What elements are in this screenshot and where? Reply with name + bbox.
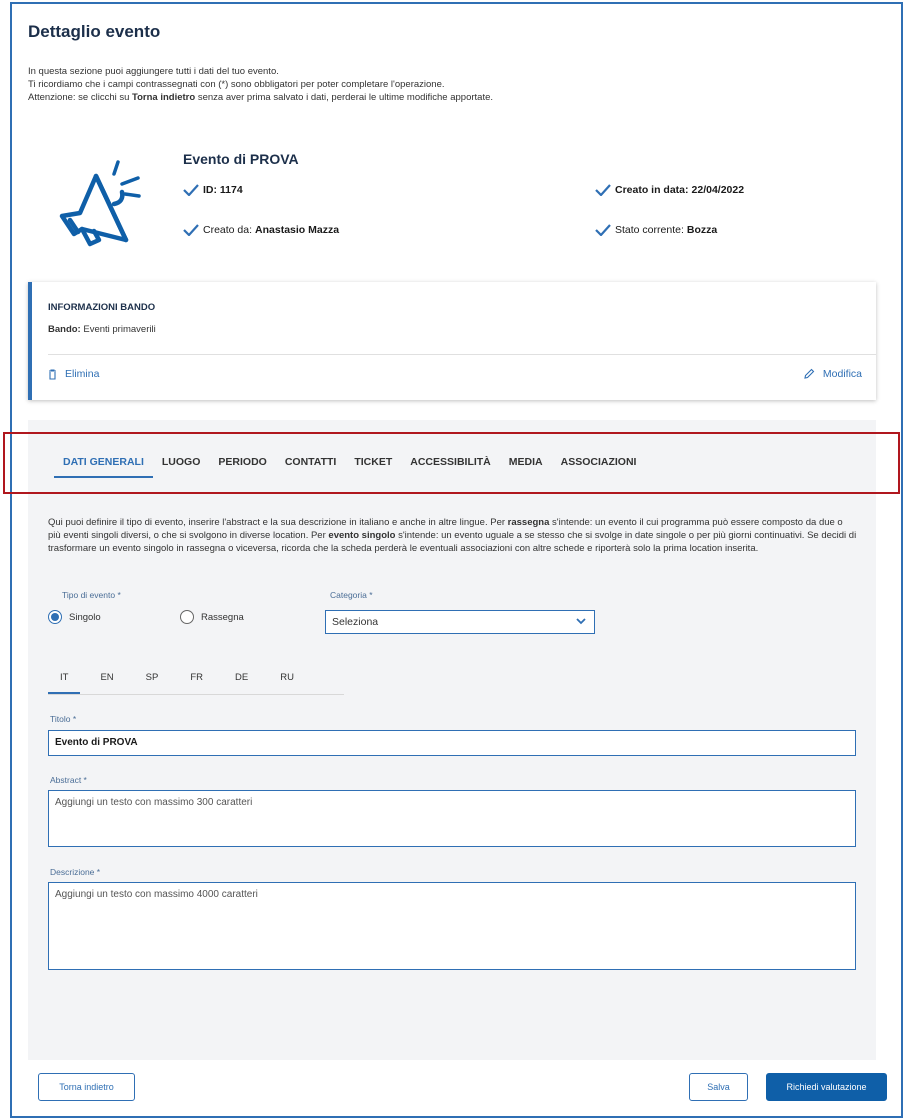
- lang-tab-sp[interactable]: SP: [134, 668, 171, 694]
- card-divider: [48, 354, 876, 355]
- bando-card: INFORMAZIONI BANDO Bando: Eventi primave…: [28, 282, 876, 400]
- edit-button[interactable]: Modifica: [803, 368, 862, 380]
- lang-tab-fr[interactable]: FR: [178, 668, 215, 694]
- language-tabs: IT EN SP FR DE RU: [48, 668, 344, 695]
- trash-icon: [49, 368, 56, 380]
- intro-line-1: In questa sezione puoi aggiungere tutti …: [28, 66, 279, 77]
- event-created-date: Creato in data: 22/04/2022: [595, 184, 744, 196]
- delete-button[interactable]: Elimina: [48, 368, 99, 380]
- tabs-highlight-box: [3, 432, 900, 494]
- lang-tab-ru[interactable]: RU: [268, 668, 306, 694]
- event-type-label: Tipo di evento *: [62, 590, 121, 600]
- check-icon: [595, 224, 611, 236]
- lang-tab-it[interactable]: IT: [48, 668, 81, 694]
- event-created-by: Creato da: Anastasio Mazza: [183, 224, 339, 236]
- radio-rassegna[interactable]: Rassegna: [180, 610, 244, 624]
- abstract-textarea[interactable]: Aggiungi un testo con massimo 300 caratt…: [48, 790, 856, 847]
- chevron-down-icon: [576, 618, 586, 625]
- radio-selected-icon: [48, 610, 62, 624]
- check-icon: [183, 184, 199, 196]
- event-status: Stato corrente: Bozza: [595, 224, 717, 236]
- page-title: Dettaglio evento: [28, 22, 161, 41]
- check-icon: [595, 184, 611, 196]
- description-textarea[interactable]: Aggiungi un testo con massimo 4000 carat…: [48, 882, 856, 970]
- category-label: Categoria *: [330, 590, 373, 600]
- intro-text: In questa sezione puoi aggiungere tutti …: [28, 65, 828, 104]
- check-icon: [183, 224, 199, 236]
- back-button[interactable]: Torna indietro: [38, 1073, 135, 1101]
- bando-card-title: INFORMAZIONI BANDO: [48, 302, 156, 313]
- save-button[interactable]: Salva: [689, 1073, 748, 1101]
- title-label: Titolo *: [50, 714, 77, 724]
- lang-tab-en[interactable]: EN: [88, 668, 125, 694]
- pencil-icon: [804, 368, 815, 379]
- form-area: DATI GENERALI LUOGO PERIODO CONTATTI TIC…: [28, 420, 876, 1060]
- abstract-label: Abstract *: [50, 775, 87, 785]
- description-label: Descrizione *: [50, 867, 101, 877]
- category-select[interactable]: Seleziona: [325, 610, 595, 634]
- bando-info: Bando: Eventi primaverili: [48, 324, 156, 335]
- request-evaluation-button[interactable]: Richiedi valutazione: [766, 1073, 887, 1101]
- lang-tab-de[interactable]: DE: [223, 668, 260, 694]
- event-id: ID: 1174: [183, 184, 243, 196]
- megaphone-icon: [59, 160, 141, 247]
- section-description: Qui puoi definire il tipo di evento, ins…: [48, 517, 857, 554]
- radio-singolo[interactable]: Singolo: [48, 610, 101, 624]
- title-input[interactable]: Evento di PROVA: [48, 730, 856, 756]
- back-reference: Torna indietro: [132, 92, 196, 103]
- event-name: Evento di PROVA: [183, 151, 299, 167]
- intro-line-3: Attenzione: se clicchi su Torna indietro…: [28, 92, 494, 103]
- intro-line-2: Ti ricordiamo che i campi contrassegnati…: [28, 79, 445, 90]
- radio-empty-icon: [180, 610, 194, 624]
